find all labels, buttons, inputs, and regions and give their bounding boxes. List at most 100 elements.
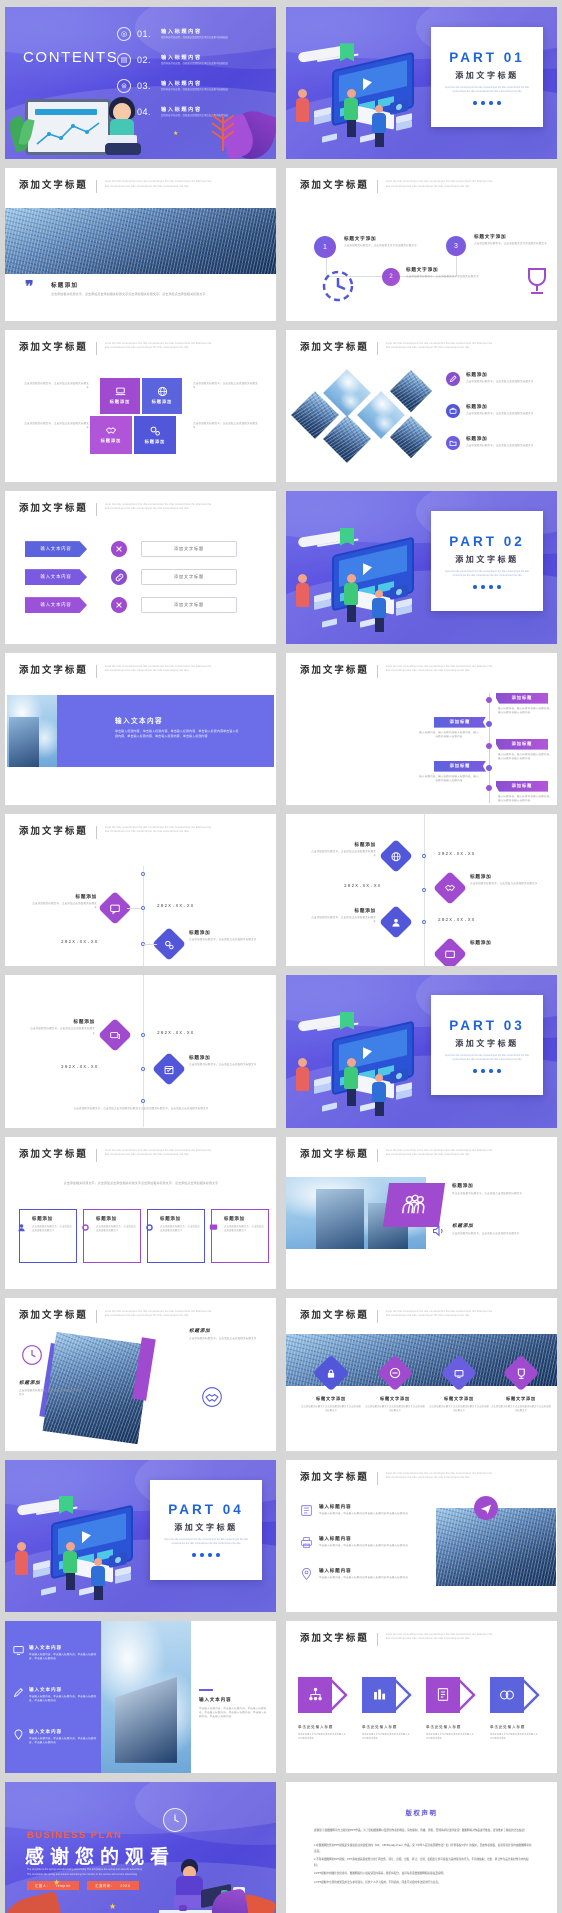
building-photo — [7, 694, 57, 767]
arrow-card[interactable] — [490, 1676, 540, 1713]
slide-arrow-list[interactable]: 添加文字标题 Input the title contentInput the t… — [5, 491, 276, 644]
arrow-chip[interactable]: 添加文字标题 — [141, 541, 237, 558]
timeline-footer: 点击添加相关标题文字，点击添加点击添加相关标题文字点击添加相关标题文字，点击添加… — [73, 1107, 209, 1111]
info-box[interactable]: 标题添加 点击添加相关标题文字，点击添加点击添加相关标题文字 — [147, 1208, 205, 1263]
puzzle-tile-1[interactable]: 标题添加 — [100, 377, 140, 414]
icon-list-item[interactable]: 输入标题内容 单击输入标题内容、单击输入标题内容单击输入标题内容单击输入标题内容 — [300, 1504, 423, 1517]
row-title: 输入文本内容 — [29, 1729, 62, 1735]
timeline-tag[interactable]: 添加标题 — [434, 760, 486, 772]
box-desc: 点击添加相关标题文字，点击添加点击添加相关标题文字 — [96, 1225, 136, 1232]
slide-thank-you[interactable]: BUSINESS PLAN 感谢您的观看 The template is the… — [5, 1782, 276, 1913]
arrow-row[interactable]: 输入文本内容 添加文字标题 — [25, 569, 237, 586]
part-subtitle: 添加文字标题 — [455, 1038, 519, 1048]
item-title: 输入标题内容 — [319, 1504, 352, 1510]
slide-process-steps[interactable]: 添加文字标题 Input the title contentInput the t… — [286, 168, 557, 321]
slide-diamond-row[interactable]: 添加文字标题 Input the title contentInput the t… — [286, 1298, 557, 1451]
part-subtitle: 添加文字标题 — [455, 554, 519, 564]
timeline-tag[interactable]: 添加标题 — [434, 716, 486, 728]
slide-part-02[interactable]: PART 02 添加文字标题 Input the title contentIn… — [286, 491, 557, 644]
date-button[interactable]: 汇报时间： 20XX — [87, 1881, 139, 1891]
box-desc: 点击添加相关标题文字，点击添加点击添加相关标题文字 — [32, 1225, 72, 1232]
panel-row[interactable]: 输入文本内容 单击输入标题内容、单击输入标题内容、单击输入标题内容、单击输入标题… — [13, 1645, 99, 1661]
mosaic-item[interactable]: 标题添加 点击添加相关标题文字，点击添加点击添加相关标题文字 — [446, 435, 554, 450]
slide-timeline-a[interactable]: 添加文字标题 Input the title contentInput the t… — [5, 813, 276, 967]
arrow-card[interactable] — [426, 1676, 476, 1713]
arrow-card[interactable] — [298, 1676, 348, 1713]
page-subtitle: Input the title contentInput the title c… — [104, 825, 212, 834]
item-desc: 点击添加相关标题文字，点击添加点击添加相关标题文字 — [466, 411, 534, 415]
timeline-tag[interactable]: 添加标题 — [496, 780, 548, 792]
timeline-tag[interactable]: 添加标题 — [496, 692, 548, 704]
slide-copyright[interactable]: 版权声明 感谢您下载摄图网平台上提供的PPT作品，为了您和摄图网以及原创作者的利… — [286, 1782, 557, 1913]
slide-timeline-c[interactable]: 标题添加 点击添加相关标题文字，点击添加点击添加相关标题文字 202X.XX.X… — [5, 975, 276, 1128]
laptop-icon — [115, 387, 125, 396]
user-icon — [18, 1224, 25, 1231]
timeline-tag[interactable]: 添加标题 — [496, 738, 548, 750]
slide-part-03[interactable]: PART 03 添加文字标题 Input the title contentIn… — [286, 975, 557, 1128]
slide-part-04[interactable]: PART 04 添加文字标题 Input the title contentIn… — [5, 1459, 276, 1612]
chat-icon — [433, 936, 467, 967]
list-item[interactable]: ◎ 01. 输入标题内容 您的内容打在这里，或者通过复制您的文本后在此框中选择粘… — [117, 21, 267, 47]
arrow-chip[interactable]: 添加文字标题 — [141, 597, 237, 614]
part-subtitle: 添加文字标题 — [455, 70, 519, 80]
slide-icon-list[interactable]: 添加文字标题 Input the title contentInput the t… — [286, 1459, 557, 1612]
arrow-row[interactable]: 输入文本内容 添加文字标题 — [25, 597, 237, 614]
arrow-label: 输入文本内容 — [25, 597, 87, 614]
row-desc: 单击输入标题内容、单击输入标题内容、单击输入标题内容、单击输入标题内容 — [29, 1736, 97, 1745]
slide-arrow-four[interactable]: 添加文字标题 Input the title contentInput the t… — [286, 1620, 557, 1774]
item-title: 标题添加 — [189, 1329, 211, 1335]
slide-four-boxes[interactable]: 添加文字标题 Input the title contentInput the t… — [5, 1136, 276, 1290]
item-title: 标题添加 — [452, 1223, 474, 1229]
slide-mosaic-list[interactable]: 添加文字标题 Input the title contentInput the t… — [286, 329, 557, 483]
puzzle-tile-3[interactable]: 标题添加 — [90, 415, 132, 454]
slide-cover-contents[interactable]: CONTENTS ◎ 01. 输入标题内容 您的内容打在这里，或者通过复制您的文… — [5, 7, 276, 160]
slide-quote-photo[interactable]: 添加文字标题 Input the title contentInput the … — [5, 168, 276, 321]
slide-part-01[interactable]: PART 01 添加文字标题 Input the title contentIn… — [286, 7, 557, 160]
toc-title: 输入标题内容 — [161, 28, 202, 35]
slide-timeline-b[interactable]: 标题添加 点击添加相关标题文字，点击添加点击添加相关标题文字 202X.XX.X… — [286, 813, 557, 967]
calendar-icon — [152, 1052, 186, 1087]
thanks-zh: 感谢您的观看 — [25, 1846, 176, 1869]
mosaic-item[interactable]: 标题添加 点击添加相关标题文字，点击添加点击添加相关标题文字 — [446, 403, 554, 418]
puzzle-tile-4[interactable]: 标题添加 — [134, 415, 176, 454]
toc-number: 02. — [137, 55, 152, 65]
slide-puzzle-tiles[interactable]: 添加文字标题 Input the title contentInput the t… — [5, 329, 276, 483]
arrow-row[interactable]: 输入文本内容 添加文字标题 — [25, 541, 237, 558]
arrow-card[interactable] — [362, 1676, 412, 1713]
arrow-label: 单击此处输入标题 — [298, 1724, 334, 1729]
list-item[interactable]: ▤ 02. 输入标题内容 您的内容打在这里，或者通过复制您的文本后在此框中选择粘… — [117, 47, 267, 73]
mosaic-item[interactable]: 标题添加 点击添加相关标题文字，点击添加点击添加相关标题文字 — [446, 371, 554, 386]
part-label: PART 01 — [449, 49, 525, 65]
right-title: 输入文本内容 — [199, 1697, 232, 1703]
panel-title: 输入文本内容 — [115, 716, 163, 725]
info-box[interactable]: 标题添加 点击添加相关标题文字，点击添加点击添加相关标题文字 — [211, 1208, 269, 1263]
row-desc: 单击输入标题内容、单击输入标题内容、单击输入标题内容、单击输入标题内容 — [29, 1652, 97, 1661]
panel-row[interactable]: 输入文本内容 单击输入标题内容、单击输入标题内容、单击输入标题内容、单击输入标题… — [13, 1729, 99, 1745]
sky-photo — [101, 1620, 191, 1773]
part-lorem: Input the title contentInput the title c… — [445, 569, 529, 577]
target-icon: ◎ — [117, 27, 131, 41]
puzzle-tile-2[interactable]: 标题添加 — [142, 377, 182, 414]
slide-left-panel[interactable]: 输入文本内容 单击输入标题内容、单击输入标题内容、单击输入标题内容、单击输入标题… — [5, 1620, 276, 1774]
box-title: 标题添加 — [224, 1216, 245, 1222]
toc-desc: 您的内容打在这里，或者通过复制您的文本后在此框中选择粘贴 — [161, 88, 228, 92]
arrow-label: 输入文本内容 — [25, 541, 87, 558]
panel-row[interactable]: 输入文本内容 单击输入标题内容、单击输入标题内容、单击输入标题内容、单击输入标题… — [13, 1687, 99, 1703]
page-subtitle: Input the title contentInput the title c… — [104, 1148, 212, 1156]
part-subtitle: 添加文字标题 — [174, 1523, 238, 1533]
icon-list-item[interactable]: 输入标题内容 单击输入标题内容、单击输入标题内容单击输入标题内容单击输入标题内容 — [300, 1536, 423, 1549]
isometric-illustration — [296, 43, 428, 151]
slide-vertical-timeline[interactable]: 添加文字标题 Input the title contentInput the t… — [286, 652, 557, 805]
slide-people-photo[interactable]: 添加文字标题 Input the title contentInput the t… — [286, 1136, 557, 1290]
slide-banner-panel[interactable]: 添加文字标题 Input the title contentInput the t… — [5, 652, 276, 805]
box-desc: 点击添加相关标题文字，点击添加点击添加相关标题文字 — [224, 1225, 264, 1232]
toc-number: 01. — [137, 29, 152, 39]
slide-tilted-photo[interactable]: 添加文字标题 Input the title contentInput the t… — [5, 1298, 276, 1451]
dot-indicators — [473, 100, 501, 105]
page-subtitle: Input the title contentInput the title c… — [385, 180, 493, 188]
icon-list-item[interactable]: 输入标题内容 单击输入标题内容、单击输入标题内容单击输入标题内容单击输入标题内容 — [300, 1567, 423, 1581]
toc-desc: 您的内容打在这里，或者通过复制您的文本后在此框中选择粘贴 — [161, 36, 228, 40]
info-box[interactable]: 标题添加 点击添加相关标题文字，点击添加点击添加相关标题文字 — [19, 1208, 77, 1263]
info-box[interactable]: 标题添加 点击添加相关标题文字，点击添加点击添加相关标题文字 — [83, 1208, 141, 1263]
arrow-chip[interactable]: 添加文字标题 — [141, 569, 237, 586]
